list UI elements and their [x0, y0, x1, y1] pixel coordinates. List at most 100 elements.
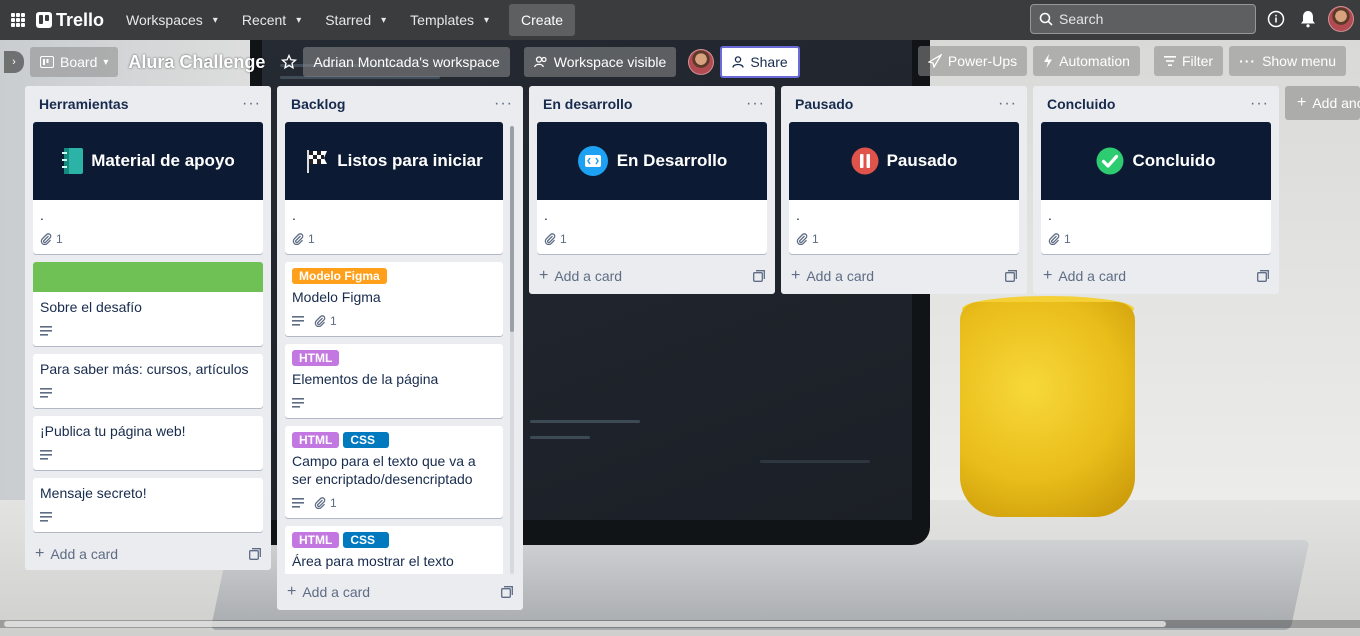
card-title: Elementos de la página — [292, 371, 439, 387]
templates-menu[interactable]: Templates ▾ — [400, 4, 499, 36]
card-label-css[interactable]: CSS — [343, 432, 390, 448]
attachment-badge: 1 — [40, 232, 63, 246]
list-vertical-scrollbar[interactable] — [510, 126, 514, 574]
app-switcher-icon[interactable] — [6, 8, 30, 32]
list-concluido: Concluido ··· Concluido . 1 + Add a card — [1033, 86, 1279, 294]
card[interactable]: HTML CSS Campo para el texto que va a se… — [285, 426, 503, 518]
card-label-html[interactable]: HTML — [292, 432, 340, 448]
card-title: . — [1048, 207, 1052, 223]
plus-icon: + — [1043, 267, 1053, 284]
list-title[interactable]: En desarrollo — [543, 96, 632, 112]
workspace-button[interactable]: Adrian Montcada's workspace — [303, 47, 510, 77]
list-title[interactable]: Herramientas — [39, 96, 129, 112]
automation-button[interactable]: Automation — [1033, 46, 1140, 76]
member-avatar[interactable] — [688, 49, 715, 75]
workspaces-menu-label: Workspaces — [126, 12, 203, 28]
card-cover: Pausado — [789, 122, 1019, 200]
add-card-button[interactable]: + Add a card — [1033, 258, 1279, 294]
list-actions-icon[interactable]: ··· — [494, 95, 513, 113]
card-title: Sobre el desafío — [40, 299, 142, 315]
card[interactable]: Material de apoyo . 1 — [33, 122, 263, 254]
card-cover-text: Material de apoyo — [91, 151, 235, 170]
power-ups-button[interactable]: Power-Ups — [917, 46, 1028, 76]
share-button[interactable]: Share — [720, 46, 800, 78]
card-cover-text: Listos para iniciar — [337, 151, 483, 170]
list-actions-icon[interactable]: ··· — [1250, 95, 1269, 113]
card[interactable]: Modelo Figma Modelo Figma 1 — [285, 262, 503, 336]
create-button[interactable]: Create — [509, 4, 576, 36]
power-ups-label: Power-Ups — [947, 53, 1018, 69]
list-title[interactable]: Concluido — [1047, 96, 1115, 112]
automation-label: Automation — [1059, 53, 1130, 69]
card-label-html[interactable]: HTML — [292, 532, 340, 548]
add-card-button[interactable]: + Add a card — [277, 574, 523, 610]
card-cover-text: Pausado — [886, 151, 958, 170]
search-input[interactable] — [1059, 11, 1239, 27]
card-label-modelo-figma[interactable]: Modelo Figma — [292, 268, 387, 284]
board-horizontal-scrollbar[interactable] — [0, 620, 1360, 628]
card[interactable]: En Desarrollo . 1 — [537, 122, 767, 254]
visibility-label: Workspace visible — [553, 54, 667, 70]
user-avatar[interactable] — [1328, 6, 1354, 32]
star-board-icon[interactable] — [275, 47, 303, 77]
starred-menu[interactable]: Starred ▾ — [315, 4, 396, 36]
add-card-button[interactable]: + Add a card — [781, 258, 1027, 294]
list-actions-icon[interactable]: ··· — [746, 95, 765, 113]
description-icon — [292, 316, 304, 326]
card[interactable]: ¡Publica tu página web! — [33, 416, 263, 470]
description-icon — [40, 450, 52, 460]
card-label-css[interactable]: CSS — [343, 532, 390, 548]
chevron-down-icon: ▾ — [103, 56, 109, 68]
card[interactable]: Listos para iniciar . 1 — [285, 122, 503, 254]
card[interactable]: Pausado . 1 — [789, 122, 1019, 254]
templates-menu-label: Templates — [410, 12, 474, 28]
create-from-template-icon[interactable] — [753, 270, 765, 282]
card[interactable]: Mensaje secreto! — [33, 478, 263, 532]
recent-menu[interactable]: Recent ▾ — [232, 4, 311, 36]
trello-logo[interactable]: Trello — [36, 10, 104, 31]
card-title: Modelo Figma — [292, 289, 381, 305]
create-from-template-icon[interactable] — [249, 548, 261, 560]
rocket-icon — [927, 54, 942, 68]
pause-icon — [851, 147, 879, 175]
show-menu-button[interactable]: ··· Show menu — [1229, 46, 1346, 76]
code-icon — [577, 145, 609, 177]
info-icon[interactable] — [1264, 7, 1288, 31]
add-card-button[interactable]: + Add a card — [529, 258, 775, 294]
add-card-button[interactable]: + Add a card — [25, 536, 271, 572]
create-from-template-icon[interactable] — [1005, 270, 1017, 282]
card-label-html[interactable]: HTML — [292, 350, 340, 366]
create-from-template-icon[interactable] — [1257, 270, 1269, 282]
card[interactable]: Sobre el desafío — [33, 262, 263, 346]
add-list-button[interactable]: + Add ano — [1285, 86, 1360, 120]
board-view-switcher[interactable]: Board ▾ — [30, 47, 119, 77]
attachment-count: 1 — [308, 232, 315, 246]
card[interactable]: Concluido . 1 — [1041, 122, 1271, 254]
sidebar-expand-icon[interactable]: › — [4, 51, 24, 73]
board-title[interactable]: Alura Challenge — [118, 52, 275, 73]
list-title[interactable]: Pausado — [795, 96, 853, 112]
create-from-template-icon[interactable] — [501, 586, 513, 598]
filter-button[interactable]: Filter — [1153, 46, 1224, 76]
attachment-badge: 1 — [292, 232, 315, 246]
chevron-down-icon: ▾ — [483, 14, 490, 26]
attachment-count: 1 — [330, 496, 337, 510]
list-actions-icon[interactable]: ··· — [242, 95, 261, 113]
visibility-button[interactable]: Workspace visible — [523, 47, 677, 77]
add-card-label: Add a card — [302, 584, 371, 600]
board-header: › Board ▾ Alura Challenge Adrian Montcad… — [0, 40, 1360, 84]
list-title[interactable]: Backlog — [291, 96, 345, 112]
card[interactable]: HTML CSS Área para mostrar el texto encr… — [285, 526, 503, 574]
paperclip-icon — [796, 233, 808, 245]
check-icon — [1096, 147, 1124, 175]
card[interactable]: HTML Elementos de la página — [285, 344, 503, 418]
notifications-bell-icon[interactable] — [1296, 7, 1320, 31]
card[interactable]: Para saber más: cursos, artículos — [33, 354, 263, 408]
attachment-count: 1 — [1064, 232, 1071, 246]
workspaces-menu[interactable]: Workspaces ▾ — [116, 4, 228, 36]
search-box[interactable] — [1030, 4, 1256, 34]
plus-icon: + — [287, 583, 297, 600]
list-cards-scroll-area[interactable]: Listos para iniciar . 1 Modelo Figma Mod… — [277, 122, 523, 574]
list-actions-icon[interactable]: ··· — [998, 95, 1017, 113]
card-title: Para saber más: cursos, artículos — [40, 361, 249, 377]
